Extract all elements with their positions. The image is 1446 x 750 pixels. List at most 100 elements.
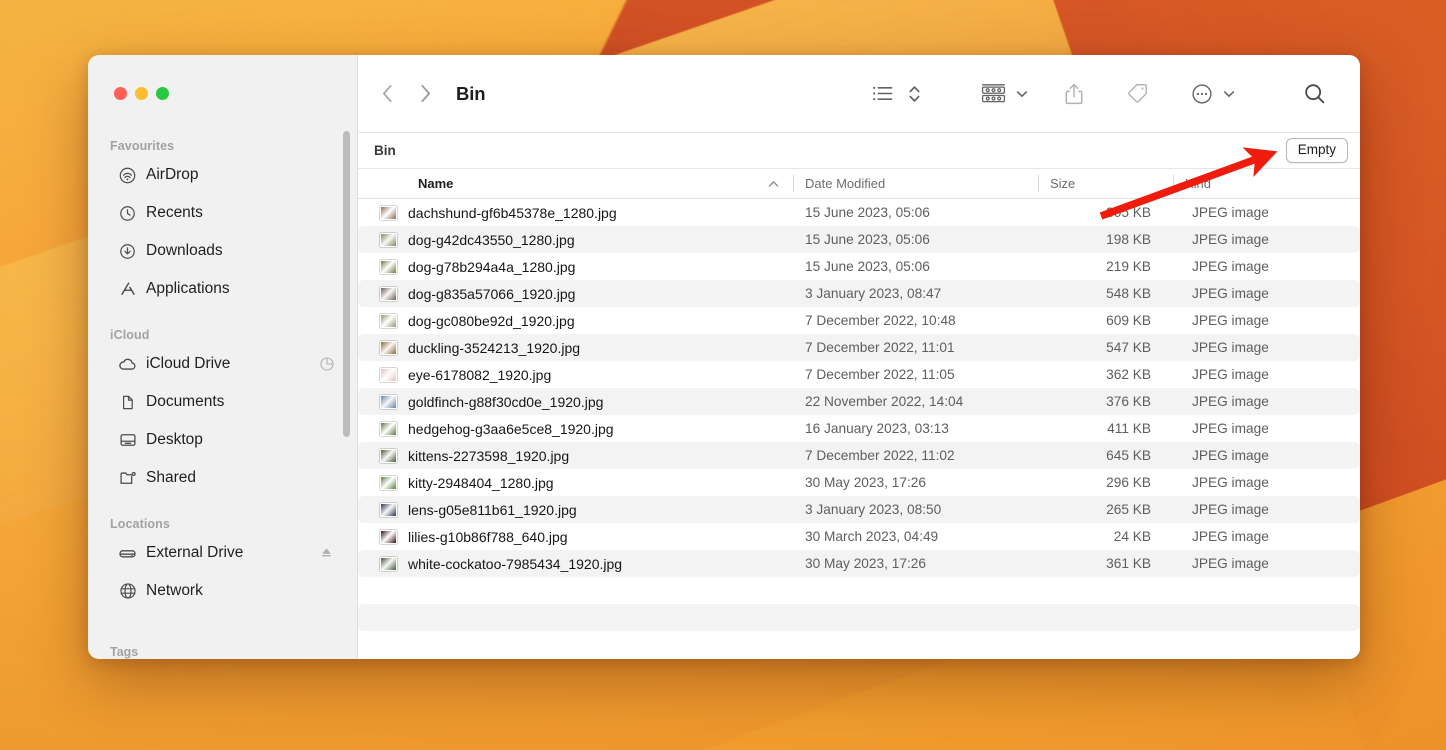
file-date-modified: 3 January 2023, 08:50 bbox=[805, 502, 942, 517]
column-header-date-modified[interactable]: Date Modified bbox=[793, 169, 1038, 198]
empty-list-row bbox=[358, 631, 1360, 658]
file-name: kittens-2273598_1920.jpg bbox=[408, 447, 570, 464]
file-kind: JPEG image bbox=[1192, 232, 1269, 247]
close-button[interactable] bbox=[114, 87, 127, 100]
airdrop-icon bbox=[118, 166, 137, 185]
table-row[interactable]: duckling-3524213_1920.jpg 7 December 2022… bbox=[358, 334, 1360, 361]
document-icon bbox=[118, 393, 137, 412]
sidebar-section-icloud: iCloud bbox=[110, 328, 150, 342]
column-header-size[interactable]: Size bbox=[1038, 169, 1173, 198]
file-date-modified: 3 January 2023, 08:47 bbox=[805, 286, 942, 301]
globe-icon bbox=[118, 582, 137, 601]
empty-list-row bbox=[358, 577, 1360, 604]
column-header-name[interactable]: Name bbox=[358, 169, 793, 198]
file-size: 296 KB bbox=[1106, 475, 1151, 490]
file-kind: JPEG image bbox=[1192, 421, 1269, 436]
file-name-cell: white-cockatoo-7985434_1920.jpg bbox=[358, 556, 793, 572]
file-kind: JPEG image bbox=[1192, 529, 1269, 544]
more-chevron-icon[interactable] bbox=[1223, 90, 1235, 98]
table-row[interactable]: white-cockatoo-7985434_1920.jpg 30 May 20… bbox=[358, 550, 1360, 577]
column-header-name-label: Name bbox=[418, 176, 454, 191]
file-thumbnail-icon bbox=[380, 205, 397, 220]
zoom-button[interactable] bbox=[156, 87, 169, 100]
file-size: 362 KB bbox=[1106, 367, 1151, 382]
minimize-button[interactable] bbox=[135, 87, 148, 100]
file-thumbnail-icon bbox=[380, 340, 397, 355]
file-thumbnail-icon bbox=[380, 529, 397, 544]
forward-button[interactable] bbox=[414, 81, 436, 107]
file-kind: JPEG image bbox=[1192, 556, 1269, 571]
tag-icon[interactable] bbox=[1120, 77, 1155, 111]
table-row[interactable]: lilies-g10b86f788_640.jpg 30 March 2023, … bbox=[358, 523, 1360, 550]
sidebar: Favourites AirDrop Recents Downloads App… bbox=[88, 55, 358, 659]
hard-drive-icon bbox=[118, 544, 137, 563]
file-size: 305 KB bbox=[1106, 205, 1151, 220]
file-name-cell: kitty-2948404_1280.jpg bbox=[358, 475, 793, 491]
file-name-cell: lens-g05e811b61_1920.jpg bbox=[358, 502, 793, 518]
sidebar-item-recents[interactable]: Recents bbox=[96, 198, 349, 228]
table-row[interactable]: dog-g78b294a4a_1280.jpg 15 June 2023, 05:… bbox=[358, 253, 1360, 280]
column-header-kind[interactable]: Kind bbox=[1173, 169, 1360, 198]
table-row[interactable]: kittens-2273598_1920.jpg 7 December 2022,… bbox=[358, 442, 1360, 469]
table-row[interactable]: dog-gc080be92d_1920.jpg 7 December 2022, … bbox=[358, 307, 1360, 334]
sidebar-item-downloads[interactable]: Downloads bbox=[96, 236, 349, 266]
file-name-cell: dog-g835a57066_1920.jpg bbox=[358, 286, 793, 302]
sync-progress-icon[interactable] bbox=[319, 356, 335, 372]
file-list[interactable]: dachshund-gf6b45378e_1280.jpg 15 June 202… bbox=[358, 199, 1360, 659]
clock-icon bbox=[118, 204, 137, 223]
breadcrumb: Bin bbox=[374, 143, 396, 158]
sidebar-item-desktop[interactable]: Desktop bbox=[96, 425, 349, 455]
table-row[interactable]: kitty-2948404_1280.jpg 30 May 2023, 17:26… bbox=[358, 469, 1360, 496]
file-date-modified: 7 December 2022, 11:01 bbox=[805, 340, 955, 355]
table-row[interactable]: hedgehog-g3aa6e5ce8_1920.jpg 16 January 2… bbox=[358, 415, 1360, 442]
file-name: dog-g835a57066_1920.jpg bbox=[408, 285, 576, 302]
column-headers: Name Date Modified Size Kind bbox=[358, 169, 1360, 199]
file-thumbnail-icon bbox=[380, 259, 397, 274]
sidebar-item-airdrop[interactable]: AirDrop bbox=[96, 160, 349, 190]
list-view-icon[interactable] bbox=[866, 77, 899, 111]
file-size: 219 KB bbox=[1106, 259, 1151, 274]
file-date-modified: 30 May 2023, 17:26 bbox=[805, 556, 926, 571]
empty-bin-button[interactable]: Empty bbox=[1285, 138, 1348, 163]
sidebar-item-label: Desktop bbox=[146, 431, 203, 448]
table-row[interactable]: eye-6178082_1920.jpg 7 December 2022, 11:… bbox=[358, 361, 1360, 388]
file-date-modified: 15 June 2023, 05:06 bbox=[805, 232, 930, 247]
sidebar-item-applications[interactable]: Applications bbox=[96, 274, 349, 304]
file-name: dog-g78b294a4a_1280.jpg bbox=[408, 258, 576, 275]
empty-list-row bbox=[358, 604, 1360, 631]
table-row[interactable]: lens-g05e811b61_1920.jpg 3 January 2023, … bbox=[358, 496, 1360, 523]
path-bar: Bin Empty bbox=[358, 133, 1360, 169]
file-kind: JPEG image bbox=[1192, 205, 1269, 220]
sidebar-item-network[interactable]: Network bbox=[96, 576, 349, 606]
group-chevron-icon[interactable] bbox=[1016, 90, 1028, 98]
back-button[interactable] bbox=[376, 81, 398, 107]
search-icon[interactable] bbox=[1297, 77, 1332, 111]
table-row[interactable]: dog-g835a57066_1920.jpg 3 January 2023, 0… bbox=[358, 280, 1360, 307]
sidebar-item-icloud-drive[interactable]: iCloud Drive bbox=[96, 349, 349, 379]
eject-icon[interactable] bbox=[319, 545, 335, 561]
table-row[interactable]: dog-g42dc43550_1280.jpg 15 June 2023, 05:… bbox=[358, 226, 1360, 253]
sidebar-item-label: Applications bbox=[146, 280, 230, 297]
file-size: 24 KB bbox=[1113, 529, 1151, 544]
table-row[interactable]: dachshund-gf6b45378e_1280.jpg 15 June 202… bbox=[358, 199, 1360, 226]
cloud-icon bbox=[118, 355, 137, 374]
view-stepper-icon[interactable] bbox=[899, 77, 927, 111]
file-thumbnail-icon bbox=[380, 367, 397, 382]
desktop-wallpaper: Favourites AirDrop Recents Downloads App… bbox=[0, 0, 1446, 750]
group-by-icon[interactable] bbox=[975, 77, 1012, 111]
file-size: 265 KB bbox=[1106, 502, 1151, 517]
sidebar-scrollbar[interactable] bbox=[343, 131, 350, 437]
sidebar-item-documents[interactable]: Documents bbox=[96, 387, 349, 417]
sidebar-section-locations: Locations bbox=[110, 517, 170, 531]
table-row[interactable]: goldfinch-g88f30cd0e_1920.jpg 22 November… bbox=[358, 388, 1360, 415]
more-ellipsis-icon[interactable] bbox=[1185, 77, 1219, 111]
file-thumbnail-icon bbox=[380, 448, 397, 463]
file-name-cell: dog-g78b294a4a_1280.jpg bbox=[358, 259, 793, 275]
share-icon[interactable] bbox=[1058, 77, 1090, 111]
file-thumbnail-icon bbox=[380, 556, 397, 571]
sidebar-item-external-drive[interactable]: External Drive bbox=[96, 538, 349, 568]
sidebar-item-shared[interactable]: Shared bbox=[96, 463, 349, 493]
sidebar-section-favourites: Favourites bbox=[110, 139, 175, 153]
file-size: 376 KB bbox=[1106, 394, 1151, 409]
sidebar-item-label: iCloud Drive bbox=[146, 355, 231, 372]
